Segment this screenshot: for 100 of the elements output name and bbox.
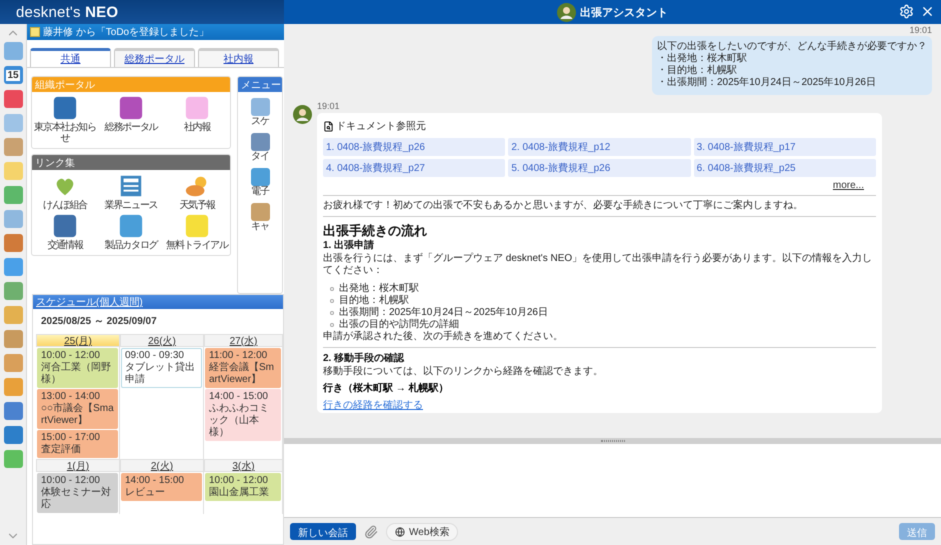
menu-panel-title: メニュー [238, 77, 282, 92]
list-item: 出発地：桜木町駅 [339, 283, 419, 294]
app-tile-icon[interactable] [4, 354, 22, 372]
list-item: 出張期間：2025年10月24日～2025年10月26日 [339, 307, 548, 318]
message-paragraph: お疲れ様です！初めての出張で不安もあるかと思いますが、必要な手続きについて丁寧にご案内しますね。 [323, 200, 804, 212]
list-item: 出張の目的や訪問先の詳細 [339, 319, 459, 330]
portal-panel-title: リンク集 [32, 155, 230, 170]
app-tile-icon[interactable] [4, 162, 22, 180]
schedule-event[interactable]: 14:00 - 15:00 レビュー [121, 473, 202, 501]
menu-item[interactable]: 電子 [251, 186, 269, 197]
app-logo: desknet's NEO [16, 4, 118, 20]
app-tile-icon[interactable] [4, 42, 22, 60]
day-header[interactable]: 3(水) [204, 459, 283, 472]
menu-item[interactable]: キャ [251, 221, 269, 232]
new-chat-button[interactable]: 新しい会話 [290, 523, 356, 540]
portal-tab[interactable]: 社内報 [198, 48, 279, 67]
portal-link[interactable]: 社内報 [184, 122, 210, 133]
references-title: ドキュメント参照元 [336, 120, 426, 133]
app-tile-icon [250, 98, 270, 116]
schedule-event[interactable]: 09:00 - 09:30 タブレット貸出申請 [121, 348, 202, 388]
portal-link[interactable]: 製品カタログ [104, 240, 158, 251]
schedule-event[interactable]: 15:00 - 17:00 査定評価 [37, 430, 118, 458]
schedule-event[interactable]: 14:00 - 15:00 ふわふわコミック（山本様） [205, 389, 281, 441]
menu-item[interactable]: スケ [251, 116, 269, 127]
message-paragraph: 申請が承認された後、次の手続きを進めてください。 [323, 331, 564, 343]
message-paragraph: 出張を行うには、まず「グループウェア desknet's NEO」を使用して出張申請を行う必要があります。以下の情報を入力してください： [323, 253, 874, 277]
calendar-day: 15 [6, 70, 20, 80]
app-tile-icon[interactable] [4, 114, 22, 132]
date-range: 2025/08/25 ～ 2025/09/07 [40, 315, 158, 329]
day-header[interactable]: 27(水) [204, 334, 283, 347]
app-tile-icon[interactable] [4, 234, 22, 252]
message-time: 19:01 [317, 101, 341, 111]
portal-tab[interactable]: 総務ポータル [114, 48, 195, 67]
reference-link[interactable]: 2. 0408-旅費規程_p12 [508, 138, 691, 156]
bullet-icon [330, 287, 334, 291]
newspaper-icon [118, 173, 144, 199]
globe-icon [395, 526, 405, 536]
message-input[interactable] [284, 444, 941, 518]
assistant-title: 出張アシスタント [580, 6, 668, 20]
app-tile-icon[interactable] [4, 186, 22, 204]
attach-icon[interactable] [364, 524, 378, 538]
app-tile-icon[interactable] [4, 138, 22, 156]
message-time: 19:01 [908, 25, 932, 35]
route-label: 行き（桜木町駅 → 札幌駅） [323, 383, 450, 395]
settings-icon[interactable] [899, 4, 914, 19]
app-tile-icon [250, 203, 270, 221]
route-link[interactable]: 行きの経路を確認する [323, 400, 423, 411]
portal-link[interactable]: 総務ポータル [104, 122, 158, 133]
portal-link[interactable]: 業界ニュース [104, 200, 158, 211]
step-heading: 2. 移動手段の確認 [323, 352, 406, 366]
day-header[interactable]: 2(火) [120, 459, 204, 472]
assistant-avatar-icon [557, 2, 576, 22]
day-header[interactable]: 25(月) [36, 334, 120, 347]
app-tile-icon[interactable] [4, 402, 22, 420]
schedule-event[interactable]: 10:00 - 12:00 体験セミナー対応 [37, 473, 118, 513]
app-tile-icon [250, 133, 270, 151]
notification-text: 藤井修 から「ToDoを登録しました」 [43, 26, 210, 39]
portal-panel-title: 組織ポータル [32, 77, 230, 92]
day-header[interactable]: 26(火) [120, 334, 204, 347]
app-tile-icon[interactable] [4, 306, 22, 324]
bullet-icon [330, 311, 334, 315]
schedule-event[interactable]: 10:00 - 12:00 河合工業（岡野様） [37, 348, 118, 388]
reference-link[interactable]: 1. 0408-旅費規程_p26 [323, 138, 506, 156]
close-icon[interactable] [920, 4, 935, 19]
portal-link[interactable]: 交通情報 [47, 240, 83, 251]
app-tile-icon[interactable] [4, 90, 22, 108]
schedule-event[interactable]: 13:00 - 14:00 ○○市議会【SmartViewer】 [37, 389, 118, 429]
list-item: 目的地：札幌駅 [339, 295, 409, 306]
app-tile-icon[interactable] [4, 330, 22, 348]
app-tile-icon[interactable] [4, 426, 22, 444]
menu-item[interactable]: タイ [251, 151, 269, 162]
schedule-event[interactable]: 11:00 - 12:00 経営会議【SmartViewer】 [205, 348, 281, 388]
resize-handle[interactable] [284, 438, 941, 444]
memo-icon [30, 27, 40, 37]
portal-link[interactable]: 東京本社お知らせ [32, 122, 98, 144]
calendar-icon[interactable]: 15 [4, 66, 22, 84]
message-paragraph: 移動手段については、以下のリンクから経路を確認できます。 [323, 366, 604, 378]
day-header[interactable]: 1(月) [36, 459, 120, 472]
step-heading: 1. 出張申請 [323, 239, 376, 252]
notification-bar[interactable]: 藤井修 から「ToDoを登録しました」 [27, 24, 284, 40]
assistant-avatar-icon [293, 105, 312, 124]
app-tile-icon[interactable] [4, 450, 22, 468]
portal-tab[interactable]: 共通 [30, 48, 111, 67]
reference-link[interactable]: 6. 0408-旅費規程_p25 [694, 159, 876, 177]
portal-link[interactable]: 無料トライアル [166, 240, 228, 251]
app-tile-icon [250, 168, 270, 186]
app-tile-icon[interactable] [4, 258, 22, 276]
web-search-button[interactable]: Web検索 [386, 522, 458, 540]
app-tile-icon[interactable] [4, 282, 22, 300]
portal-link[interactable]: けんぽ組合 [42, 200, 87, 211]
portal-link[interactable]: 天気予報 [179, 200, 215, 211]
app-tile-icon[interactable] [4, 378, 22, 396]
reference-link[interactable]: 3. 0408-旅費規程_p17 [694, 138, 876, 156]
document-search-icon [323, 120, 334, 132]
schedule-event[interactable]: 10:00 - 12:00 園山金属工業 [205, 473, 281, 501]
reference-link[interactable]: 5. 0408-旅費規程_p26 [508, 159, 691, 177]
reference-link[interactable]: 4. 0408-旅費規程_p27 [323, 159, 506, 177]
app-tile-icon[interactable] [4, 210, 22, 228]
more-link[interactable]: more... [832, 180, 864, 191]
bullet-icon [330, 299, 334, 303]
